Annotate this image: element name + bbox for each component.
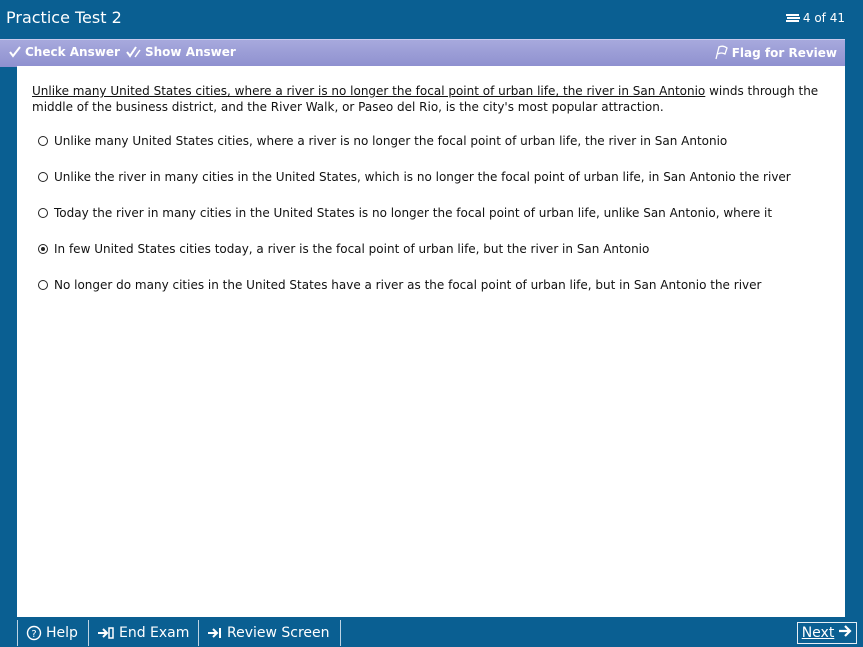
- answer-option[interactable]: Unlike the river in many cities in the U…: [38, 169, 838, 185]
- stem-underlined: Unlike many United States cities, where …: [32, 84, 706, 98]
- svg-text:?: ?: [31, 629, 36, 640]
- radio-button[interactable]: [38, 172, 48, 182]
- option-label: Today the river in many cities in the Un…: [54, 206, 773, 220]
- flag-review-button[interactable]: Flag for Review: [713, 45, 837, 60]
- show-answer-icon: [126, 45, 142, 59]
- show-answer-button[interactable]: Show Answer: [126, 45, 236, 59]
- help-button[interactable]: ? Help: [17, 620, 89, 646]
- answer-options: Unlike many United States cities, where …: [38, 133, 838, 313]
- stack-icon: [785, 12, 801, 24]
- option-label: Unlike the river in many cities in the U…: [54, 170, 791, 184]
- question-panel: Unlike many United States cities, where …: [17, 66, 845, 617]
- help-circle-icon: ?: [26, 625, 42, 641]
- check-answer-button[interactable]: Check Answer: [8, 45, 120, 59]
- window-title: Practice Test 2: [6, 8, 122, 27]
- check-answer-label: Check Answer: [25, 45, 120, 59]
- option-label: In few United States cities today, a riv…: [54, 242, 650, 256]
- answer-option[interactable]: Today the river in many cities in the Un…: [38, 205, 838, 221]
- answer-option[interactable]: In few United States cities today, a riv…: [38, 241, 838, 257]
- radio-button[interactable]: [38, 280, 48, 290]
- footer-bar: ? Help End Exam Review Screen Next: [0, 617, 863, 647]
- end-exam-button[interactable]: End Exam: [89, 620, 199, 646]
- help-label: Help: [46, 625, 78, 641]
- review-screen-label: Review Screen: [227, 625, 330, 641]
- end-exam-icon: [97, 626, 115, 640]
- title-bar: Practice Test 2 4 of 41: [0, 0, 863, 38]
- next-label: Next: [801, 625, 835, 641]
- end-exam-label: End Exam: [119, 625, 190, 641]
- show-answer-label: Show Answer: [145, 45, 236, 59]
- flag-icon: [713, 45, 729, 60]
- answer-option[interactable]: No longer do many cities in the United S…: [38, 277, 838, 293]
- radio-button[interactable]: [38, 208, 48, 218]
- counter-text: 4 of 41: [802, 11, 845, 25]
- review-screen-button[interactable]: Review Screen: [199, 620, 341, 646]
- answer-option[interactable]: Unlike many United States cities, where …: [38, 133, 838, 149]
- question-counter: 4 of 41: [785, 11, 845, 25]
- option-label: Unlike many United States cities, where …: [54, 134, 728, 148]
- check-pen-icon: [8, 45, 22, 59]
- flag-review-label: Flag for Review: [731, 45, 837, 60]
- review-arrow-icon: [207, 626, 223, 640]
- option-label: No longer do many cities in the United S…: [54, 278, 762, 292]
- arrow-right-icon: [838, 624, 852, 642]
- next-button[interactable]: Next: [797, 622, 857, 644]
- radio-button-selected[interactable]: [38, 244, 48, 254]
- toolbar: Check Answer Show Answer Flag for Review: [0, 39, 845, 67]
- radio-button[interactable]: [38, 136, 48, 146]
- question-stem: Unlike many United States cities, where …: [32, 83, 832, 115]
